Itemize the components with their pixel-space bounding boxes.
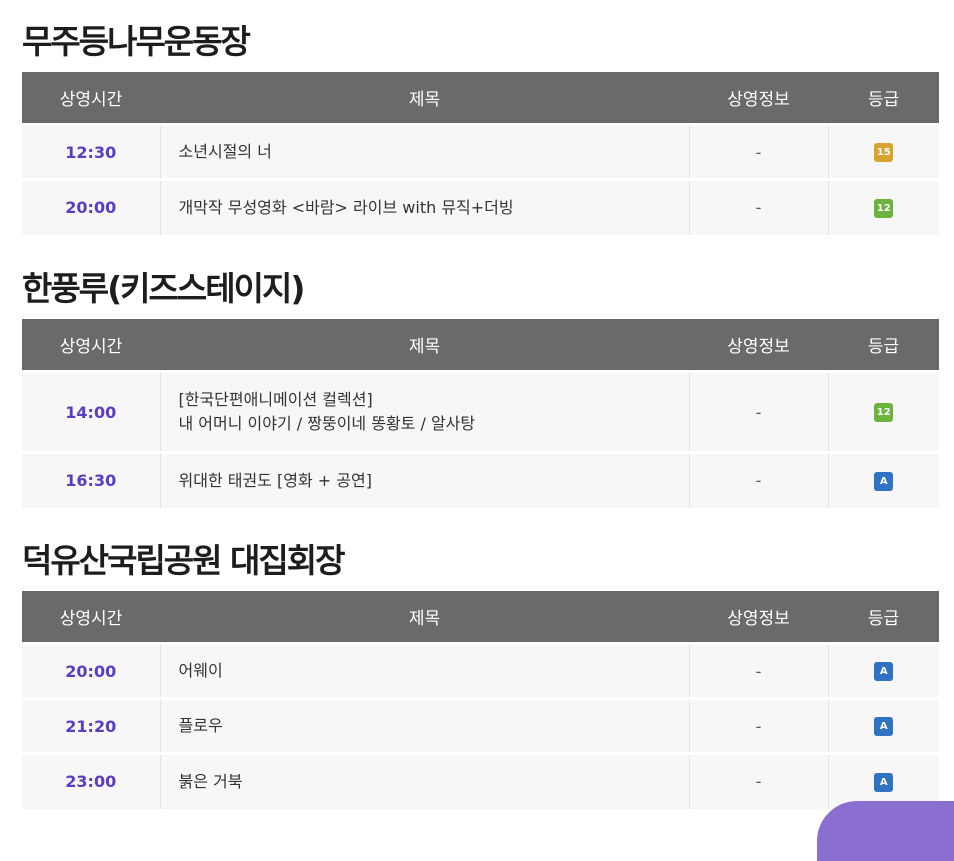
header-title: 제목 — [160, 591, 689, 644]
rating-badge-icon: A — [874, 662, 894, 681]
rating-badge-icon: 15 — [874, 143, 894, 162]
venue-section: 덕유산국립공원 대집회장 상영시간 제목 상영정보 등급 20:00 어웨이 - A 21:20 플… — [22, 541, 939, 809]
grade-cell: 12 — [828, 178, 939, 235]
film-title-line: 소년시절의 너 — [178, 142, 272, 161]
showtime: 16:30 — [22, 451, 161, 508]
rating-badge-icon: A — [874, 717, 894, 736]
film-title-line: 위대한 태권도 [영화 + 공연] — [178, 470, 372, 490]
film-title-line: 플로우 — [178, 716, 223, 735]
header-grade: 등급 — [828, 319, 939, 372]
grade-cell: A — [828, 642, 939, 699]
grade-cell: A — [828, 697, 939, 754]
rating-badge-icon: A — [874, 772, 894, 792]
showtime: 20:00 — [22, 642, 161, 699]
header-time: 상영시간 — [22, 319, 160, 372]
table-row[interactable]: 14:00 [한국단편애니메이션 컬렉션] 내 어머니 이야기 / 짱뚱이네 똥황토… — [22, 370, 939, 453]
table-row[interactable]: 23:00 붉은 거북 - A — [22, 752, 939, 809]
film-title[interactable]: 개막작 무성영화 <바람> 라이브 with 뮤직+더빙 — [160, 178, 690, 235]
grade-cell: A — [828, 451, 939, 508]
film-title[interactable]: [한국단편애니메이션 컬렉션] 내 어머니 이야기 / 짱뚱이네 똥황토 / 알사… — [160, 370, 690, 453]
film-title-line: 내 어머니 이야기 / 짱뚱이네 똥황토 / 알사탕 — [178, 414, 476, 433]
header-grade: 등급 — [828, 72, 939, 125]
venue-title: 덕유산국립공원 대집회장 — [22, 541, 345, 580]
screening-info: - — [689, 178, 829, 235]
film-title-line: 개막작 무성영화 <바람> 라이브 with 뮤직+더빙 — [178, 197, 514, 217]
screening-info: - — [689, 697, 829, 754]
floating-button[interactable] — [817, 801, 954, 861]
venue-title: 무주등나무운동장 — [22, 22, 251, 61]
rating-badge-icon: 12 — [874, 403, 894, 422]
film-title[interactable]: 소년시절의 너 — [160, 123, 690, 180]
schedule-table: 상영시간 제목 상영정보 등급 20:00 어웨이 - A 21:20 플로우 - A 23:00 붉은 … — [22, 591, 939, 809]
table-header-row: 상영시간 제목 상영정보 등급 — [22, 319, 939, 372]
header-grade: 등급 — [828, 591, 939, 644]
film-title[interactable]: 붉은 거북 — [160, 752, 690, 809]
film-title-line: [한국단편애니메이션 컬렉션] — [178, 390, 373, 409]
showtime: 23:00 — [22, 752, 161, 809]
header-time: 상영시간 — [22, 591, 160, 644]
table-header-row: 상영시간 제목 상영정보 등급 — [22, 591, 939, 644]
table-row[interactable]: 16:30 위대한 태권도 [영화 + 공연] - A — [22, 451, 939, 508]
table-row[interactable]: 20:00 개막작 무성영화 <바람> 라이브 with 뮤직+더빙 - 12 — [22, 178, 939, 235]
schedule-table: 상영시간 제목 상영정보 등급 12:30 소년시절의 너 -15 20:00 개막작 무성영화… — [22, 72, 939, 235]
header-info: 상영정보 — [689, 319, 828, 372]
film-title-line: 붉은 거북 — [178, 771, 243, 791]
showtime: 21:20 — [22, 697, 161, 754]
header-title: 제목 — [160, 72, 689, 125]
table-header-row: 상영시간 제목 상영정보 등급 — [22, 72, 939, 125]
screening-info: - — [689, 123, 829, 180]
film-title[interactable]: 어웨이 — [160, 642, 690, 699]
screening-info: - — [689, 451, 829, 508]
header-info: 상영정보 — [689, 72, 828, 125]
grade-cell: 12 — [828, 370, 939, 453]
header-title: 제목 — [160, 319, 689, 372]
film-title[interactable]: 위대한 태권도 [영화 + 공연] — [160, 451, 690, 508]
film-title[interactable]: 플로우 — [160, 697, 690, 754]
screening-info: - — [689, 642, 829, 699]
table-row[interactable]: 20:00 어웨이 - A — [22, 642, 939, 699]
rating-badge-icon: 12 — [874, 198, 894, 218]
schedule-table: 상영시간 제목 상영정보 등급 14:00 [한국단편애니메이션 컬렉션] 내 어머니 이야… — [22, 319, 939, 508]
header-info: 상영정보 — [689, 591, 828, 644]
table-row[interactable]: 12:30 소년시절의 너 - 15 — [22, 123, 939, 180]
venue-section: 무주등나무운동장 상영시간 제목 상영정보 등급 12:30 소년시절의 너 -15 20:00… — [22, 22, 939, 235]
venue-section: 한풍루(키즈스테이지) 상영시간 제목 상영정보 등급 14:00 [한국단편애니메이션 컬… — [22, 269, 939, 508]
header-time: 상영시간 — [22, 72, 160, 125]
grade-cell: 15 — [828, 123, 939, 180]
showtime: 20:00 — [22, 178, 161, 235]
venue-title: 한풍루(키즈스테이지) — [22, 269, 305, 308]
screening-info: - — [689, 370, 829, 453]
rating-badge-icon: A — [874, 471, 894, 491]
screening-info: - — [689, 752, 829, 809]
showtime: 12:30 — [22, 123, 161, 180]
table-row[interactable]: 21:20 플로우 - A — [22, 697, 939, 754]
film-title-line: 어웨이 — [178, 661, 223, 680]
showtime: 14:00 — [22, 370, 161, 453]
